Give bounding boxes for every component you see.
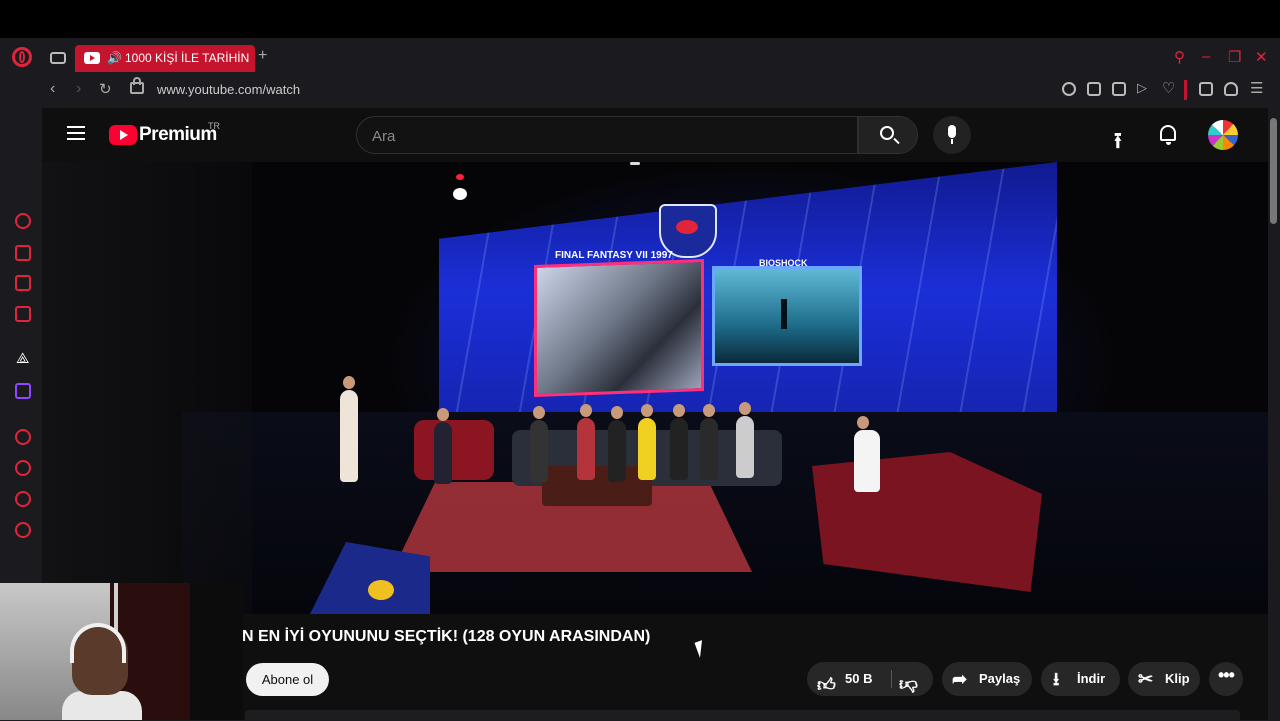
dislike-button[interactable]: 👍︎ [899, 668, 918, 702]
microphone-icon [948, 125, 956, 144]
sidebar-extensions-icon[interactable] [15, 491, 31, 507]
clip-button[interactable]: ✂ Klip [1128, 662, 1200, 696]
more-icon: ••• [1218, 665, 1235, 685]
streamer-shirt [62, 691, 142, 720]
snapshot-icon[interactable] [1087, 82, 1101, 96]
sidebar-crypto-icon[interactable] [15, 245, 31, 261]
seated-person [434, 408, 452, 484]
armchair [414, 420, 494, 480]
divider [891, 670, 892, 688]
subscribe-button[interactable]: Abone ol [246, 663, 329, 696]
seated-person [700, 404, 718, 480]
back-icon[interactable]: ‹ [50, 80, 55, 98]
shield-icon[interactable] [1112, 82, 1126, 96]
share-button[interactable]: ➦ Paylaş [942, 662, 1032, 696]
webcam-overlay [0, 583, 243, 720]
sidebar-aria-icon[interactable] [15, 213, 31, 229]
sidebar-settings-icon[interactable] [15, 522, 31, 538]
opera-logo-icon[interactable] [12, 47, 32, 67]
search-button[interactable] [858, 116, 918, 154]
clip-label: Klip [1165, 671, 1190, 686]
extensions-icon[interactable] [1199, 82, 1213, 96]
like-button[interactable]: 👍︎ [817, 668, 836, 702]
seated-person [854, 416, 880, 492]
lock-icon[interactable] [130, 77, 144, 94]
send-icon[interactable]: ▷ [1137, 80, 1147, 96]
pin-icon[interactable] [1062, 82, 1076, 96]
menu-icon[interactable] [67, 126, 85, 140]
sidebar-player-icon[interactable] [15, 429, 31, 445]
more-actions-button[interactable]: ••• [1209, 662, 1243, 696]
coffee-table [542, 466, 652, 506]
seated-person [736, 402, 754, 478]
search-tabs-icon[interactable]: ⚲ [1174, 48, 1185, 66]
download-label: İndir [1077, 671, 1106, 686]
toolbar-divider [1184, 80, 1187, 100]
seated-person [608, 406, 626, 482]
active-tab[interactable]: 🔊 1000 KİŞİ İLE TARİHİN [75, 45, 255, 72]
sidebar-history-icon[interactable] [15, 460, 31, 476]
youtube-favicon-icon [84, 52, 100, 64]
webcam-background [190, 583, 243, 720]
new-tab-button[interactable]: + [258, 47, 267, 65]
url-field[interactable]: www.youtube.com/watch [157, 82, 300, 97]
avatar[interactable] [1208, 120, 1238, 150]
notifications-icon[interactable] [1160, 125, 1176, 145]
tab-title: 1000 KİŞİ İLE TARİHİN [125, 51, 250, 65]
share-icon: ➦ [952, 669, 968, 689]
seated-person [670, 404, 688, 480]
left-screen-image [534, 259, 704, 397]
close-icon[interactable]: ✕ [1255, 48, 1268, 66]
video-edge-shadow [42, 162, 252, 614]
sidebar-app-icon[interactable]: ⟁ [16, 350, 29, 367]
reload-icon[interactable]: ↻ [99, 80, 112, 98]
scissors-icon: ✂ [1138, 669, 1154, 689]
stage-light [456, 174, 464, 180]
tab-menu-icon[interactable] [50, 52, 66, 64]
seated-person [530, 406, 548, 482]
voice-search-button[interactable] [933, 116, 971, 154]
youtube-logo-icon[interactable] [109, 125, 137, 145]
forward-icon[interactable]: › [76, 80, 81, 98]
like-dislike-group: 👍︎ 50 B 👍︎ [807, 662, 933, 696]
video-title: N EN İYİ OYUNUNU SEÇTİK! (128 OYUN ARASI… [242, 628, 651, 645]
host-person [340, 376, 358, 482]
like-count[interactable]: 50 B [845, 662, 872, 696]
sidebar-wallet-icon[interactable] [15, 275, 31, 291]
scrollbar-thumb[interactable] [1270, 118, 1277, 224]
sidebar-messenger-icon[interactable] [15, 306, 31, 322]
heart-icon[interactable]: ♡ [1162, 79, 1175, 97]
description-box[interactable] [245, 710, 1240, 720]
right-screen-image [712, 266, 862, 366]
profile-icon[interactable] [1224, 82, 1238, 96]
search-icon [880, 126, 894, 140]
upload-icon[interactable]: ⭱ [1114, 124, 1122, 162]
maximize-icon[interactable]: ❐ [1228, 48, 1241, 66]
speaker-icon[interactable]: 🔊 [107, 45, 122, 72]
search-input[interactable] [370, 122, 844, 150]
sidebar-twitch-icon[interactable] [15, 383, 31, 399]
left-screen-label: FINAL FANTASY VII 1997 [555, 250, 673, 261]
youtube-logo-text[interactable]: Premium [139, 124, 217, 146]
stage-light [453, 188, 467, 200]
download-button[interactable]: ⭳ İndir [1041, 662, 1120, 696]
share-label: Paylaş [979, 671, 1021, 686]
download-icon: ⭳ [1053, 669, 1060, 689]
country-code: TR [208, 121, 220, 131]
minimize-icon[interactable]: – [1202, 48, 1210, 65]
easy-setup-icon[interactable]: ☰ [1250, 79, 1263, 97]
stage-light [630, 162, 640, 165]
seated-person [638, 404, 656, 480]
seated-person [577, 404, 595, 480]
